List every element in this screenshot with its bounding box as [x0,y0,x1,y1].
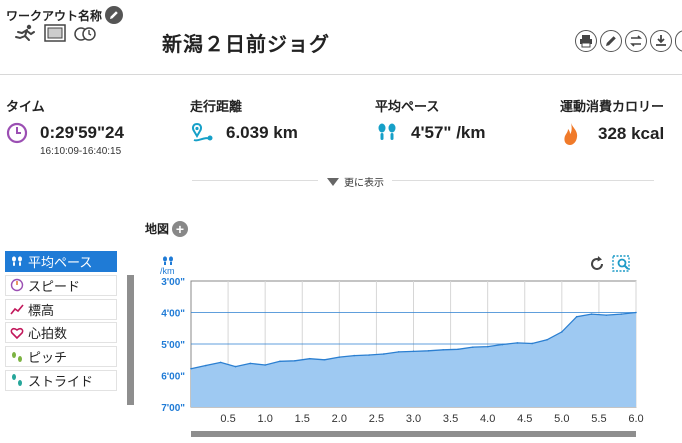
pace-point [501,343,504,346]
y-axis-unit: /km [160,266,175,276]
pace-point [605,314,608,316]
pace-point [486,345,489,348]
pace-point [472,346,474,348]
y-tick-label: 4'00" [161,309,185,320]
pace-point [249,362,252,365]
x-tick-label: 3.5 [443,413,458,425]
pace-chart: /km 3'00" 4'00" 5'00" 6'00" 7'00" 0.5 1.0 1.5 2… [160,256,644,425]
pace-point [338,356,341,358]
pace-point [412,350,415,353]
y-tick-label: 7'00" [161,403,185,414]
pace-point [531,342,533,345]
x-tick-label: 0.5 [220,413,235,425]
pace-point [294,360,296,362]
pace-point [575,315,578,318]
pace-point [234,365,237,368]
pace-point [219,361,222,364]
y-tick-label: 5'00" [161,340,185,351]
pace-point [323,358,326,361]
x-tick-label: 2.0 [332,413,347,425]
pace-point [442,348,444,351]
pace-point [353,354,355,357]
pace-point [397,351,400,353]
x-tick-label: 1.5 [295,413,310,425]
pace-point [516,342,519,344]
pace-point [190,367,192,370]
pace-point [590,313,593,315]
x-tick-label: 5.5 [591,413,606,425]
pace-point [635,311,637,314]
pace-point [546,339,548,341]
x-tick-label: 1.0 [258,413,273,425]
chart-horizontal-scrollbar[interactable] [191,431,636,437]
pace-point [427,350,430,352]
pace-point [279,360,281,363]
pace-point [308,357,311,360]
x-tick-label: 5.0 [554,413,569,425]
pace-point [205,364,207,367]
pace-point [561,331,563,333]
x-tick-label: 3.0 [406,413,421,425]
x-tick-label: 4.0 [480,413,495,425]
pace-point [383,353,385,355]
x-tick-label: 4.5 [517,413,532,425]
x-tick-label: 6.0 [628,413,643,425]
pace-point [457,348,459,351]
pace-point [368,354,370,356]
pace-point [620,313,622,315]
y-tick-label: 6'00" [161,372,185,383]
x-tick-label: 2.5 [369,413,384,425]
pace-axis-icon [163,256,173,265]
pace-point [264,364,266,366]
y-tick-label: 3'00" [161,277,185,288]
